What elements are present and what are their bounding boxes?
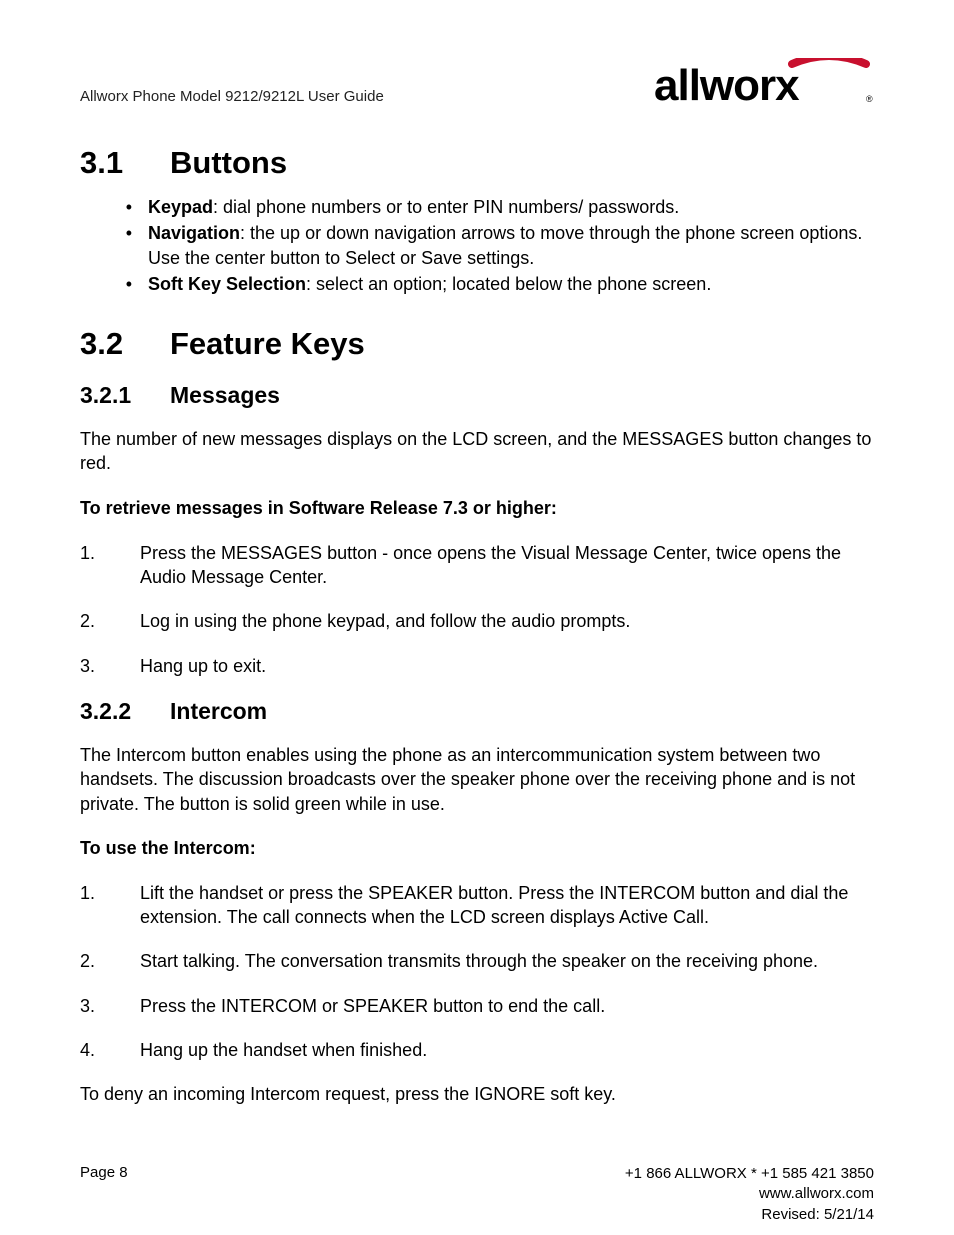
heading-text: Buttons xyxy=(170,145,287,180)
list-item: Keypad: dial phone numbers or to enter P… xyxy=(142,195,874,219)
intercom-steps-list: 1.Lift the handset or press the SPEAKER … xyxy=(80,881,874,1062)
heading-number: 3.2 xyxy=(80,326,170,362)
heading-number: 3.2.1 xyxy=(80,382,170,409)
footer-phone: +1 866 ALLWORX * +1 585 421 3850 xyxy=(625,1164,874,1184)
heading-3-2: 3.2Feature Keys xyxy=(80,326,874,362)
list-item: 1.Press the MESSAGES button - once opens… xyxy=(80,541,874,590)
allworx-logo: allworx ® xyxy=(654,58,874,111)
heading-3-2-1: 3.2.1Messages xyxy=(80,382,874,409)
heading-3-1: 3.1Buttons xyxy=(80,145,874,181)
heading-number: 3.1 xyxy=(80,145,170,181)
svg-text:®: ® xyxy=(866,94,873,104)
list-item: 2.Start talking. The conversation transm… xyxy=(80,949,874,973)
heading-3-2-2: 3.2.2Intercom xyxy=(80,698,874,725)
heading-number: 3.2.2 xyxy=(80,698,170,725)
messages-paragraph: The number of new messages displays on t… xyxy=(80,427,874,476)
intercom-instruction-heading: To use the Intercom: xyxy=(80,838,874,859)
list-item: 4.Hang up the handset when finished. xyxy=(80,1038,874,1062)
list-item: 3.Hang up to exit. xyxy=(80,654,874,678)
svg-text:allworx: allworx xyxy=(654,61,800,106)
list-item: 2.Log in using the phone keypad, and fol… xyxy=(80,609,874,633)
list-item: 3.Press the INTERCOM or SPEAKER button t… xyxy=(80,994,874,1018)
heading-text: Intercom xyxy=(170,698,267,724)
list-item: Soft Key Selection: select an option; lo… xyxy=(142,272,874,296)
list-item: 1.Lift the handset or press the SPEAKER … xyxy=(80,881,874,930)
messages-steps-list: 1.Press the MESSAGES button - once opens… xyxy=(80,541,874,678)
buttons-bullet-list: Keypad: dial phone numbers or to enter P… xyxy=(142,195,874,296)
doc-title: Allworx Phone Model 9212/9212L User Guid… xyxy=(80,88,384,111)
page-number: Page 8 xyxy=(80,1164,128,1181)
footer-url: www.allworx.com xyxy=(625,1184,874,1204)
page-header: Allworx Phone Model 9212/9212L User Guid… xyxy=(80,58,874,111)
footer-revised: Revised: 5/21/14 xyxy=(625,1205,874,1225)
heading-text: Feature Keys xyxy=(170,326,365,361)
messages-instruction-heading: To retrieve messages in Software Release… xyxy=(80,498,874,519)
page-footer: Page 8 +1 866 ALLWORX * +1 585 421 3850 … xyxy=(80,1164,874,1181)
list-item: Navigation: the up or down navigation ar… xyxy=(142,221,874,270)
heading-text: Messages xyxy=(170,382,280,408)
intercom-paragraph: The Intercom button enables using the ph… xyxy=(80,743,874,816)
intercom-deny-paragraph: To deny an incoming Intercom request, pr… xyxy=(80,1082,874,1106)
